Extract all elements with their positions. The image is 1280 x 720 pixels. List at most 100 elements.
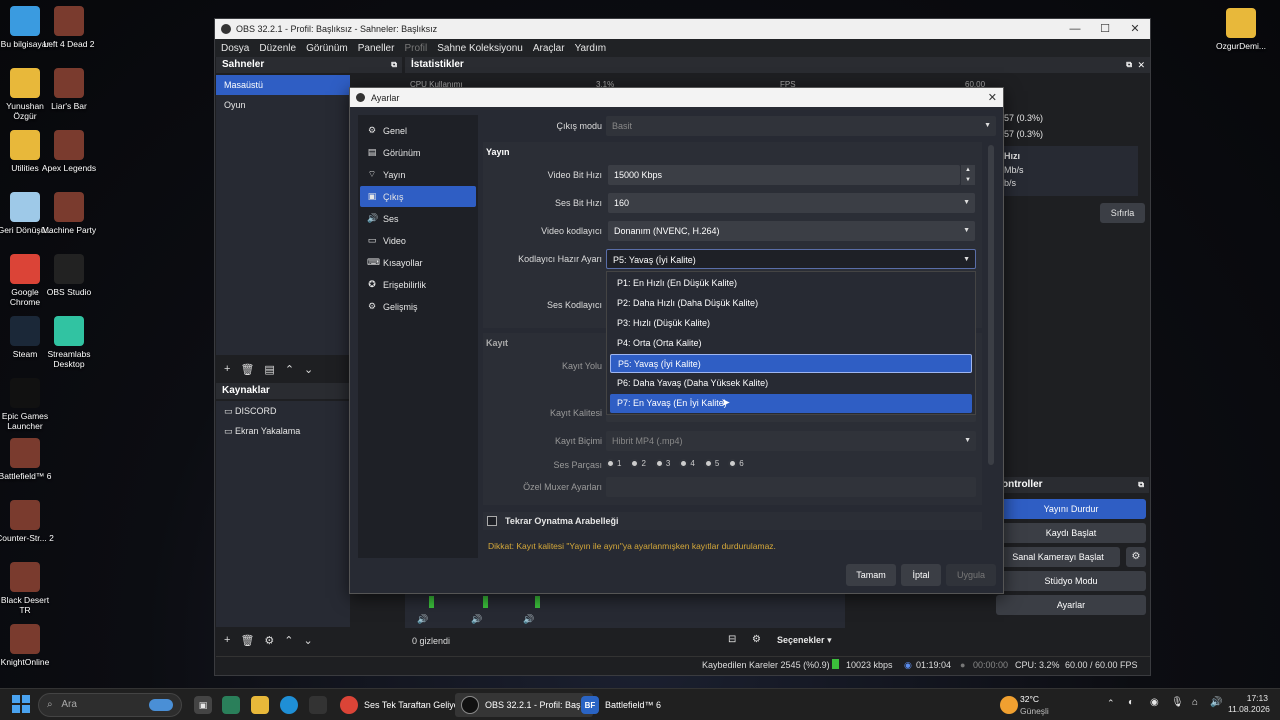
replay-buffer-checkbox[interactable]: [487, 516, 497, 526]
microphone-icon[interactable]: 🎙: [1171, 697, 1184, 708]
move-down-icon[interactable]: ⌄: [304, 634, 313, 647]
record-format-select[interactable]: Hibrit MP4 (.mp4) ▼: [606, 431, 976, 451]
menu-item[interactable]: Yardım: [575, 43, 607, 54]
menu-item[interactable]: Paneller: [358, 43, 395, 54]
reset-stats-button[interactable]: Sıfırla: [1100, 203, 1145, 223]
settings-nav-item[interactable]: ⌨ Kısayollar: [360, 252, 476, 273]
speaker-icon[interactable]: 🔊: [523, 614, 534, 625]
menu-item[interactable]: Düzenle: [259, 43, 296, 54]
menu-item[interactable]: Profil: [404, 43, 427, 54]
settings-nav-item[interactable]: ⌔ Yayın: [360, 164, 476, 185]
move-up-icon[interactable]: ⌃: [285, 363, 294, 376]
tray-app-icon[interactable]: ◉: [1150, 697, 1159, 708]
network-icon[interactable]: ⌂: [1192, 697, 1198, 708]
settings-nav-item[interactable]: ⚙ Gelişmiş: [360, 296, 476, 317]
menu-item[interactable]: Görünüm: [306, 43, 348, 54]
settings-nav-item[interactable]: ⚙ Genel: [360, 120, 476, 141]
dock-close-icon[interactable]: ✕: [1137, 57, 1145, 73]
audio-track-radio[interactable]: 2: [630, 459, 646, 468]
apply-button[interactable]: Uygula: [946, 564, 996, 586]
desktop-icon[interactable]: Epic Games Launcher: [0, 378, 54, 431]
maximize-icon[interactable]: ☐: [1090, 19, 1120, 39]
dock-float-icon[interactable]: ⧉: [1126, 57, 1132, 73]
video-encoder-select[interactable]: Donanım (NVENC, H.264) ▼: [608, 221, 975, 241]
taskbar-app-battlefield[interactable]: BF Battlefield™ 6: [575, 693, 667, 717]
mixer-settings-icon[interactable]: ⚙: [752, 634, 761, 645]
scene-item[interactable]: Oyun: [216, 95, 350, 115]
speaker-icon[interactable]: 🔊: [471, 614, 482, 625]
close-icon[interactable]: ✕: [988, 91, 997, 104]
desktop-icon[interactable]: KnightOnline: [0, 624, 54, 667]
source-item[interactable]: ▭ DISCORD: [216, 401, 350, 421]
encoder-preset-select[interactable]: P5: Yavaş (İyi Kalite) ▼: [606, 249, 976, 269]
preset-option[interactable]: P5: Yavaş (İyi Kalite): [610, 354, 972, 373]
preset-option[interactable]: P4: Orta (Orta Kalite): [610, 334, 972, 353]
trash-icon[interactable]: 🗑: [240, 634, 254, 647]
move-up-icon[interactable]: ⌃: [284, 634, 293, 647]
steam-tray-icon[interactable]: ◐: [1128, 697, 1134, 708]
ms-store-icon[interactable]: [309, 696, 327, 714]
desktop-icon[interactable]: Liar's Bar: [40, 68, 98, 111]
preset-option[interactable]: P6: Daha Yavaş (Daha Yüksek Kalite): [610, 374, 972, 393]
preset-option[interactable]: P2: Daha Hızlı (Daha Düşük Kalite): [610, 294, 972, 313]
desktop-icon[interactable]: OBS Studio: [40, 254, 98, 297]
desktop-icon[interactable]: Streamlabs Desktop: [40, 316, 98, 369]
audio-track-radio[interactable]: 6: [728, 459, 744, 468]
audio-track-radio[interactable]: 5: [703, 459, 719, 468]
taskbar-app-obs[interactable]: OBS 32.2.1 - Profil: Başlıl: [455, 693, 594, 717]
menu-item[interactable]: Dosya: [221, 43, 249, 54]
speaker-icon[interactable]: 🔊: [417, 614, 428, 625]
record-quality-select[interactable]: [606, 414, 976, 422]
start-virtual-camera-button[interactable]: Sanal Kamerayı Başlat: [996, 547, 1120, 567]
desktop-icon[interactable]: Counter-Str... 2: [0, 500, 54, 543]
source-item[interactable]: ▭ Ekran Yakalama: [216, 421, 350, 441]
stop-streaming-button[interactable]: Yayını Durdur: [996, 499, 1146, 519]
start-recording-button[interactable]: Kaydı Başlat: [996, 523, 1146, 543]
volume-icon[interactable]: 🔊: [1210, 697, 1222, 708]
video-bitrate-spinbox[interactable]: 15000 Kbps: [608, 165, 960, 185]
desktop-icon[interactable]: Battlefield™ 6: [0, 438, 54, 481]
ok-button[interactable]: Tamam: [846, 564, 896, 586]
menu-item[interactable]: Sahne Koleksiyonu: [437, 43, 523, 54]
windows-start-icon[interactable]: [12, 695, 30, 713]
settings-nav-item[interactable]: ✪ Erişebilirlik: [360, 274, 476, 295]
settings-button[interactable]: Ayarlar: [996, 595, 1146, 615]
minimize-icon[interactable]: —: [1060, 19, 1090, 39]
store-app-icon[interactable]: [222, 696, 240, 714]
gear-icon[interactable]: ⚙: [264, 634, 274, 647]
file-explorer-icon[interactable]: [251, 696, 269, 714]
dock-float-icon[interactable]: ⧉: [1138, 477, 1144, 493]
custom-muxer-input[interactable]: [606, 477, 976, 497]
desktop-icon-user-folder[interactable]: OzgurDemi...: [1212, 8, 1270, 51]
audio-track-radio[interactable]: 3: [654, 459, 670, 468]
move-down-icon[interactable]: ⌄: [304, 363, 313, 376]
clock[interactable]: 17:13 11.08.2026: [1228, 693, 1270, 715]
taskbar-app-chrome[interactable]: Ses Tek Taraftan Geliyor: [334, 693, 468, 717]
output-mode-select[interactable]: Basit ▼: [606, 116, 996, 136]
filter-icon[interactable]: ▤: [264, 363, 274, 376]
audio-bitrate-select[interactable]: 160 ▼: [608, 193, 975, 213]
settings-nav-item[interactable]: ▣ Çıkış: [360, 186, 476, 207]
dock-float-icon[interactable]: ⧉: [391, 57, 397, 73]
add-icon[interactable]: +: [224, 634, 230, 646]
virtual-camera-settings-icon[interactable]: ⚙: [1126, 547, 1146, 567]
settings-nav-item[interactable]: ▭ Video: [360, 230, 476, 251]
settings-scrollbar[interactable]: [988, 145, 994, 465]
audio-track-radio[interactable]: 1: [606, 459, 621, 468]
studio-mode-button[interactable]: Stüdyo Modu: [996, 571, 1146, 591]
task-view-icon[interactable]: ▣: [194, 696, 212, 714]
edge-icon[interactable]: [280, 696, 298, 714]
preset-option[interactable]: P7: En Yavaş (En İyi Kalite): [610, 394, 972, 413]
add-icon[interactable]: +: [224, 363, 230, 375]
settings-nav-item[interactable]: ▤ Görünüm: [360, 142, 476, 163]
desktop-icon[interactable]: Machine Party: [40, 192, 98, 235]
desktop-icon[interactable]: Left 4 Dead 2: [40, 6, 98, 49]
menu-item[interactable]: Araçlar: [533, 43, 565, 54]
audio-track-radio[interactable]: 4: [679, 459, 695, 468]
trash-icon[interactable]: 🗑: [240, 363, 254, 376]
cancel-button[interactable]: İptal: [901, 564, 941, 586]
desktop-icon[interactable]: Black Desert TR: [0, 562, 54, 615]
settings-nav-item[interactable]: 🔊 Ses: [360, 208, 476, 229]
desktop-icon[interactable]: Apex Legends: [40, 130, 98, 173]
spin-arrows-icon[interactable]: ▲ ▼: [961, 165, 975, 185]
